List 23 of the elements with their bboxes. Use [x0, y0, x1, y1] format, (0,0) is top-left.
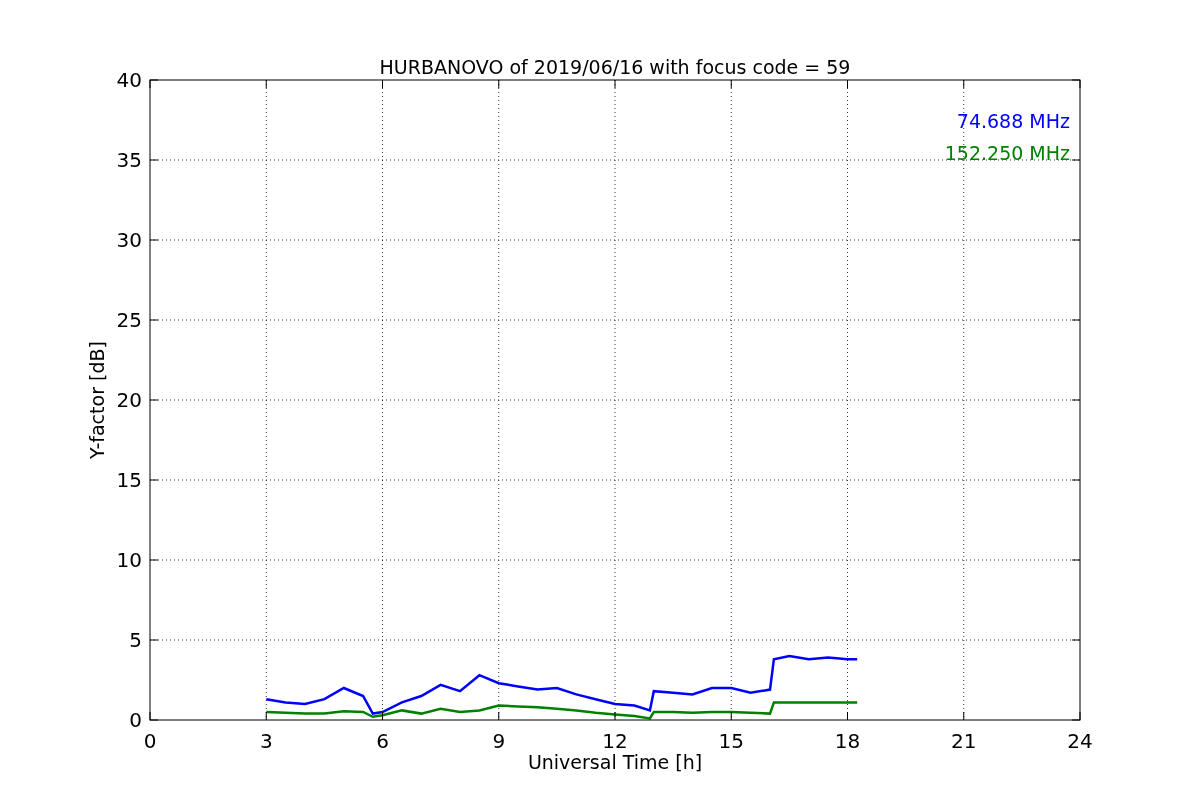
legend-label: 152.250 MHz	[944, 142, 1070, 164]
y-tick-label: 5	[129, 628, 142, 652]
legend-label: 74.688 MHz	[956, 110, 1070, 132]
x-tick-label: 21	[951, 729, 977, 753]
x-tick-label: 9	[492, 729, 506, 753]
x-axis-label: Universal Time [h]	[527, 751, 703, 773]
x-tick-label: 3	[259, 729, 273, 753]
chart-title: HURBANOVO of 2019/06/16 with focus code = 59	[379, 56, 851, 78]
y-tick-label: 0	[129, 708, 142, 732]
x-tick-label: 18	[834, 729, 861, 753]
y-tick-label: 35	[116, 148, 142, 172]
y-tick-label: 20	[116, 388, 142, 412]
y-tick-label: 25	[116, 308, 142, 332]
x-tick-label: 15	[718, 729, 744, 753]
y-tick-label: 30	[116, 228, 142, 252]
x-tick-label: 6	[376, 729, 389, 753]
y-tick-label: 40	[116, 68, 142, 92]
y-axis-label: Y-factor [dB]	[86, 341, 108, 459]
y-tick-label: 15	[116, 468, 142, 492]
x-tick-label: 0	[143, 729, 157, 753]
y-tick-label: 10	[116, 548, 142, 572]
x-tick-label: 12	[602, 729, 628, 753]
x-tick-label: 24	[1067, 729, 1093, 753]
